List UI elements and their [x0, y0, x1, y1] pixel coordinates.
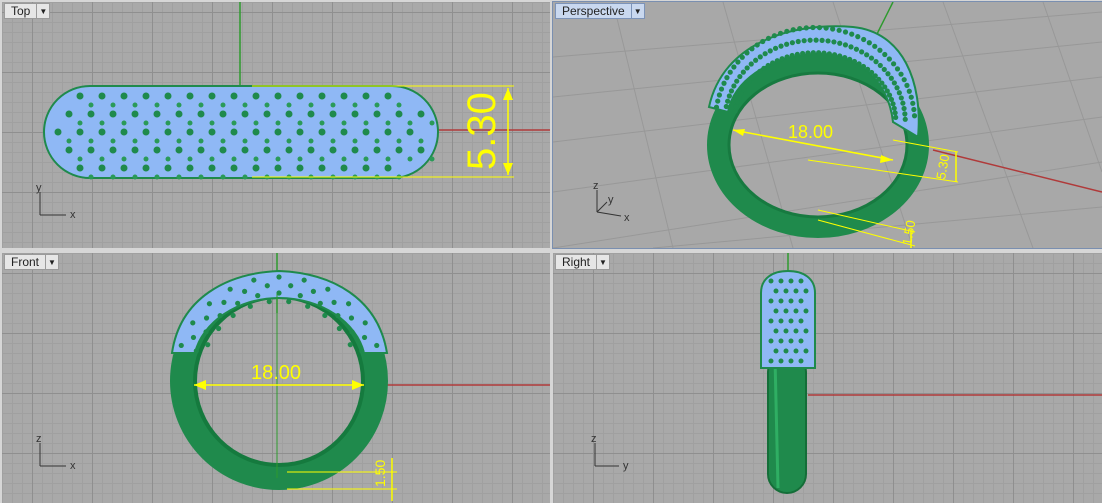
- viewport-title-right[interactable]: Right: [555, 254, 598, 270]
- dimension-label-height-persp: 5.30: [933, 153, 952, 181]
- dimension-diameter-front: 18.00: [194, 362, 364, 390]
- dropdown-triangle-icon[interactable]: ▼: [46, 254, 60, 270]
- axis-label-y: y: [608, 194, 614, 206]
- axis-label-y: y: [36, 182, 42, 194]
- ring-top-view: [43, 85, 439, 180]
- axis-gizmo-front: z x: [36, 433, 76, 472]
- viewport-title-perspective[interactable]: Perspective: [555, 3, 632, 19]
- dimension-label-diameter-front: 18.00: [251, 362, 301, 384]
- dropdown-triangle-icon[interactable]: ▼: [597, 254, 611, 270]
- viewport-title-top[interactable]: Top: [4, 3, 38, 19]
- ring-right-view: [760, 269, 816, 494]
- viewport-front[interactable]: Front ▼ 18.00 1.50 z x: [2, 253, 550, 503]
- viewport-title-front[interactable]: Front: [4, 254, 47, 270]
- axis-label-x: x: [70, 209, 76, 221]
- right-scene: z y: [591, 253, 1102, 494]
- axis-label-x: x: [624, 212, 630, 224]
- top-scene: 5.30 y x: [36, 2, 550, 221]
- axis-gizmo-perspective: z x y: [593, 180, 630, 224]
- axis-gizmo-top: y x: [36, 182, 76, 221]
- axis-label-x: x: [70, 460, 76, 472]
- viewport-tab-perspective[interactable]: Perspective ▼: [555, 3, 645, 19]
- perspective-scene: 18.00 5.30 1.50 z x y: [553, 2, 1102, 248]
- dropdown-triangle-icon[interactable]: ▼: [37, 3, 51, 19]
- axis-label-z: z: [36, 433, 42, 445]
- axis-gizmo-right: z y: [591, 433, 629, 472]
- viewport-tab-right[interactable]: Right ▼: [555, 254, 611, 270]
- dimension-label-thickness-front: 1.50: [372, 460, 388, 487]
- axis-label-y: y: [623, 460, 629, 472]
- viewport-right[interactable]: Right ▼ z y: [553, 253, 1102, 503]
- dimension-label-diameter: 18.00: [788, 122, 833, 142]
- viewport-tab-top[interactable]: Top ▼: [4, 3, 51, 19]
- dropdown-triangle-icon[interactable]: ▼: [631, 3, 645, 19]
- viewport-top[interactable]: Top ▼ 5.30 y x: [2, 2, 550, 248]
- x-axis-line: [932, 149, 1102, 193]
- axis-label-z: z: [593, 180, 599, 192]
- viewport-tab-front[interactable]: Front ▼: [4, 254, 60, 270]
- front-scene: 18.00 1.50 z x: [36, 253, 550, 501]
- viewport-perspective[interactable]: Perspective ▼ 18.00 5.30 1.50 z x y: [552, 1, 1102, 249]
- axis-label-z: z: [591, 433, 597, 445]
- dimension-label-top: 5.30: [460, 92, 504, 170]
- dimension-label-thickness-persp: 1.50: [899, 219, 918, 247]
